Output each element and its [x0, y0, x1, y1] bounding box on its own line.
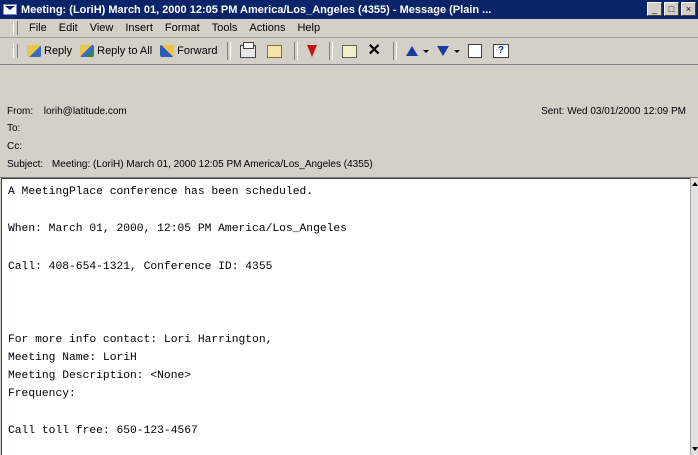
menu-help[interactable]: Help	[291, 22, 326, 34]
body-line: For more info contact: Lori Harrington,	[8, 334, 273, 346]
sent-row: Sent: Wed 03/01/2000 12:09 PM	[541, 106, 686, 117]
message-body[interactable]: A MeetingPlace conference has been sched…	[1, 178, 690, 455]
delete-icon: ✕	[367, 42, 381, 59]
move-icon	[266, 44, 282, 58]
to-row: To:	[7, 123, 41, 134]
scroll-up-icon[interactable]	[692, 182, 698, 186]
print-icon	[239, 41, 256, 58]
window-controls: _ □ ×	[647, 2, 696, 16]
toolbar-separator	[392, 42, 397, 60]
menu-format[interactable]: Format	[159, 22, 206, 34]
cc-row: Cc:	[7, 141, 41, 152]
chevron-down-icon	[453, 49, 460, 53]
reply-label: Reply	[44, 45, 73, 57]
next-item-icon	[436, 46, 449, 56]
scroll-down-icon[interactable]	[692, 447, 698, 451]
menu-insert[interactable]: Insert	[119, 22, 159, 34]
title-bar[interactable]: Meeting: (LoriH) March 01, 2000 12:05 PM…	[0, 0, 698, 19]
toolbar-separator	[293, 42, 298, 60]
menu-tools[interactable]: Tools	[206, 22, 244, 34]
print-button[interactable]	[236, 41, 263, 62]
previous-item-icon	[405, 46, 418, 56]
menu-edit[interactable]: Edit	[53, 22, 84, 34]
toolbar-separator	[328, 42, 333, 60]
delete-button[interactable]: ✕	[364, 41, 388, 62]
menu-bar: File Edit View Insert Format Tools Actio…	[0, 19, 698, 38]
forward-icon	[160, 45, 175, 57]
find-contact-button[interactable]	[338, 41, 364, 62]
body-line: Meeting Name: LoriH	[8, 352, 137, 364]
message-window: Meeting: (LoriH) March 01, 2000 12:05 PM…	[0, 0, 698, 455]
close-button[interactable]: ×	[681, 2, 696, 16]
next-item-button[interactable]	[433, 41, 464, 62]
menu-grip[interactable]	[13, 21, 18, 35]
chevron-down-icon	[422, 49, 429, 53]
help-icon: ?	[492, 44, 509, 58]
vertical-scrollbar[interactable]	[690, 178, 698, 455]
reply-icon	[27, 45, 41, 57]
contact-icon	[341, 44, 357, 58]
flag-icon	[306, 45, 317, 57]
from-row: From: lorih@latitude.com	[7, 106, 127, 117]
body-line: Meeting Description: <None>	[8, 370, 192, 382]
maximize-button[interactable]: □	[664, 2, 679, 16]
message-header: From: lorih@latitude.com To: Cc: Subject…	[0, 65, 698, 178]
body-line: When: March 01, 2000, 12:05 PM America/L…	[8, 223, 347, 235]
menu-view[interactable]: View	[84, 22, 120, 34]
reply-all-label: Reply to All	[97, 45, 153, 57]
from-value[interactable]: lorih@latitude.com	[44, 106, 127, 117]
forward-label: Forward	[177, 45, 218, 57]
from-label: From:	[7, 106, 34, 117]
menu-actions[interactable]: Actions	[243, 22, 291, 34]
body-line: Call: 408-654-1321, Conference ID: 4355	[8, 261, 273, 273]
body-line: Frequency:	[8, 388, 76, 400]
cc-label: Cc:	[7, 141, 22, 152]
address-book-icon	[467, 44, 482, 58]
subject-value: Meeting: (LoriH) March 01, 2000 12:05 PM…	[51, 159, 373, 170]
toolbar-separator	[226, 42, 231, 60]
flag-button[interactable]	[303, 41, 324, 62]
toolbar: Reply Reply to All Forward ✕ ?	[0, 38, 698, 65]
sent-label: Sent:	[541, 106, 565, 117]
address-book-button[interactable]	[464, 41, 489, 62]
move-button[interactable]	[263, 41, 289, 62]
toolbar-grip[interactable]	[13, 44, 18, 58]
window-title: Meeting: (LoriH) March 01, 2000 12:05 PM…	[21, 3, 492, 16]
forward-button[interactable]: Forward	[156, 41, 221, 62]
body-line: A MeetingPlace conference has been sched…	[8, 186, 314, 198]
minimize-button[interactable]: _	[647, 2, 662, 16]
previous-item-button[interactable]	[402, 41, 433, 62]
help-button[interactable]: ?	[489, 41, 516, 62]
reply-all-button[interactable]: Reply to All	[76, 41, 156, 62]
menu-file[interactable]: File	[23, 22, 53, 34]
reply-button[interactable]: Reply	[23, 41, 76, 62]
reply-all-icon	[80, 45, 95, 57]
body-line: Call toll free: 650-123-4567	[8, 425, 198, 437]
subject-label: Subject:	[7, 159, 44, 170]
to-label: To:	[7, 123, 21, 134]
sent-value: Wed 03/01/2000 12:09 PM	[567, 106, 686, 117]
subject-row: Subject: Meeting: (LoriH) March 01, 2000…	[7, 159, 373, 170]
envelope-icon	[3, 4, 17, 15]
